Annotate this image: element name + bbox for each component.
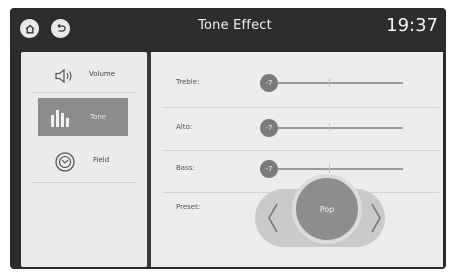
preset-prev-button[interactable] (261, 198, 285, 238)
sidebar-item-label: Tone (90, 113, 107, 121)
divider (163, 107, 439, 108)
page-title: Tone Effect (198, 18, 272, 33)
sidebar-item-field[interactable]: Field (21, 144, 147, 182)
tone-settings-panel: Treble: -7 Alto: -7 Bass: -7 Preset: Pop (151, 52, 443, 267)
bass-slider-knob[interactable]: -7 (260, 160, 278, 178)
divider (31, 92, 137, 93)
alto-slider[interactable] (267, 127, 403, 129)
top-bar: Tone Effect 19:37 (10, 8, 446, 50)
bass-label: Bass: (176, 164, 195, 172)
sidebar-item-label: Volume (89, 70, 116, 78)
chevron-right-icon (371, 203, 381, 233)
slider-center-tick (329, 123, 330, 132)
treble-slider[interactable] (267, 82, 403, 84)
divider (163, 150, 439, 151)
preset-label: Preset: (176, 203, 201, 211)
clock: 19:37 (386, 15, 438, 36)
back-button[interactable] (51, 19, 70, 38)
alto-slider-knob[interactable]: -7 (260, 119, 278, 137)
divider (31, 182, 137, 183)
preset-value-button[interactable]: Pop (292, 174, 362, 244)
back-arrow-icon (56, 23, 66, 32)
bass-slider[interactable] (267, 168, 403, 170)
sidebar-item-volume[interactable]: Volume (21, 58, 147, 96)
alto-label: Alto: (176, 123, 193, 131)
speaker-icon (55, 68, 72, 84)
sound-field-icon (55, 152, 75, 172)
home-button[interactable] (20, 19, 39, 38)
treble-label: Treble: (176, 78, 200, 86)
preset-next-button[interactable] (364, 198, 388, 238)
sidebar-item-label: Field (93, 156, 110, 164)
tone-effect-screen: Tone Effect 19:37 Volume Tone Field Treb… (10, 8, 446, 269)
sidebar-item-tone[interactable]: Tone (38, 98, 128, 136)
chevron-left-icon (268, 203, 278, 233)
slider-center-tick (329, 78, 330, 87)
slider-center-tick (329, 164, 330, 173)
sidebar: Volume Tone Field (21, 52, 147, 267)
equalizer-bars-icon (51, 110, 69, 127)
home-icon (25, 24, 34, 33)
treble-slider-knob[interactable]: -7 (260, 74, 278, 92)
